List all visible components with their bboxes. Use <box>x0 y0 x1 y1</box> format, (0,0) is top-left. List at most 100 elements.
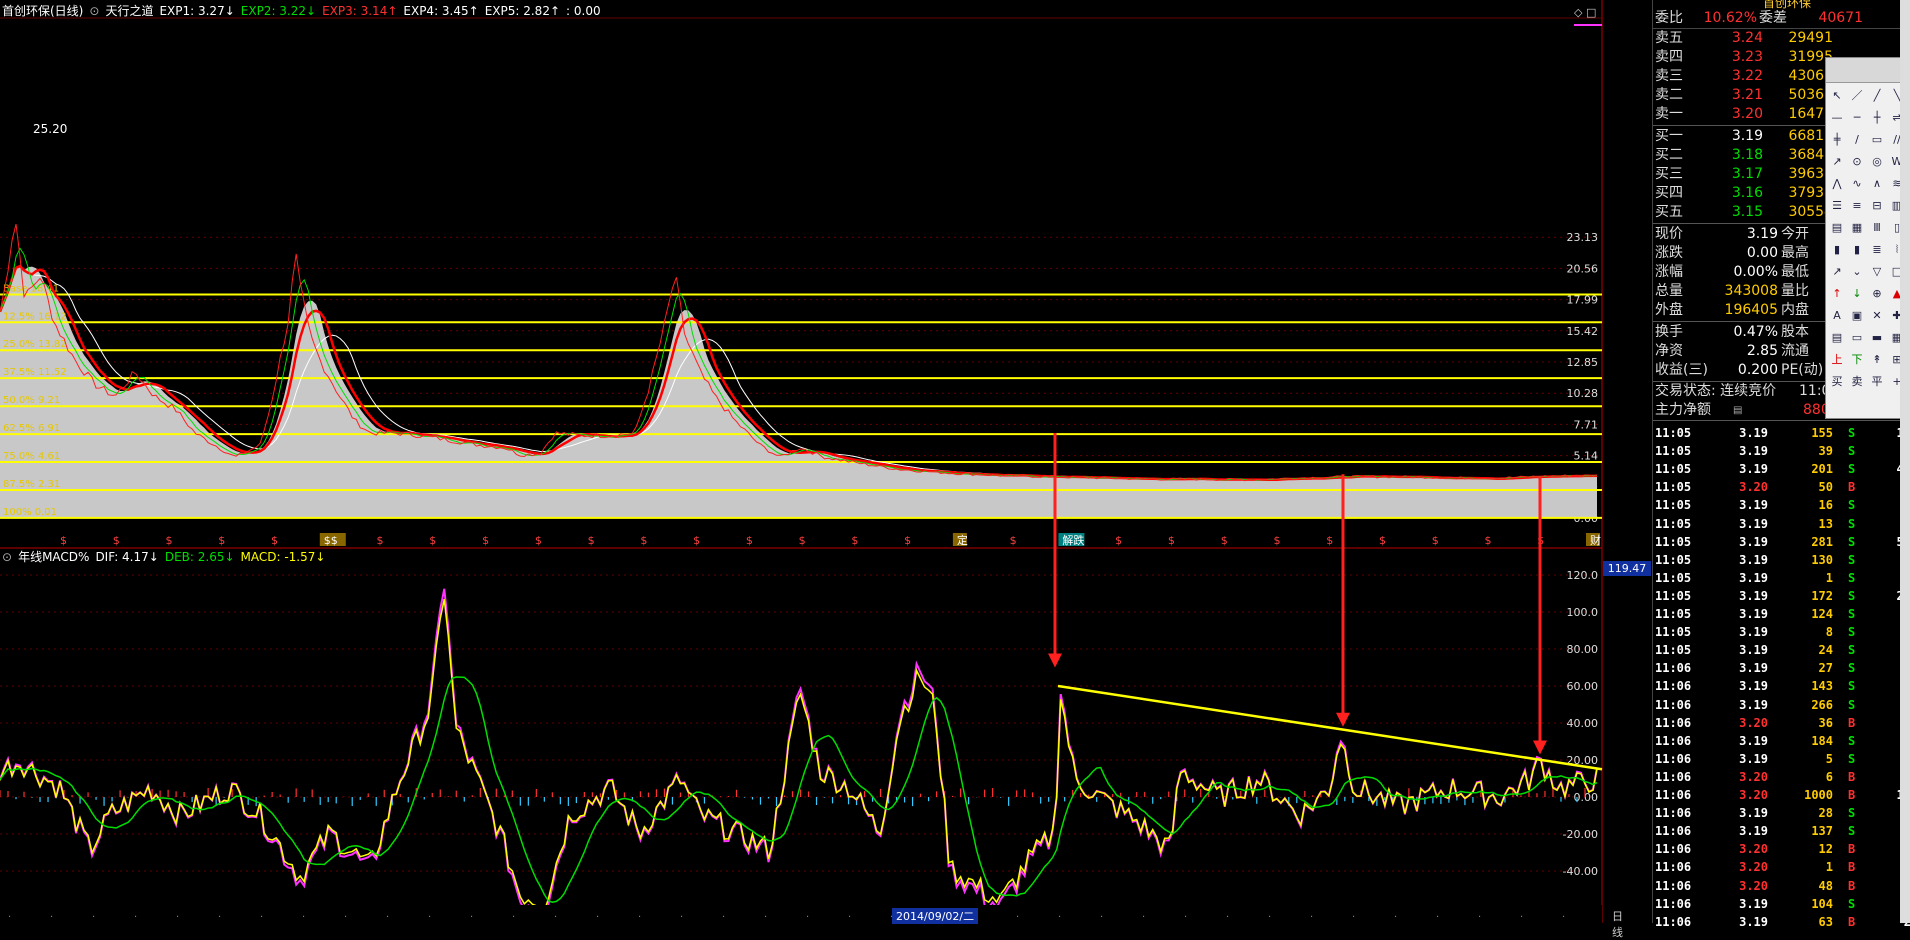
drawing-tool-icon[interactable]: ▭ <box>1868 132 1886 148</box>
drawing-tool-icon[interactable]: ▭ <box>1848 330 1866 346</box>
tick-row[interactable]: 11:053.19172S23 <box>1653 587 1910 605</box>
tick-row[interactable]: 11:053.19201S48 <box>1653 460 1910 478</box>
tick-row[interactable]: 11:063.201B1 <box>1653 858 1910 876</box>
drawing-tool-icon[interactable]: ⌄ <box>1848 264 1866 280</box>
drawing-tool-icon[interactable]: ↗ <box>1828 264 1846 280</box>
tick-row[interactable]: 11:053.198S2 <box>1653 623 1910 641</box>
drawing-tool-icon[interactable]: ⋀ <box>1828 176 1846 192</box>
tick-row[interactable]: 11:053.19130S5 <box>1653 551 1910 569</box>
drawing-tool-icon[interactable]: ▮ <box>1828 242 1846 258</box>
drawing-tool-icon[interactable]: Ⅲ <box>1868 220 1886 236</box>
drawing-tool-icon[interactable]: ╱ <box>1868 88 1886 104</box>
drawing-tool-icon[interactable]: ↓ <box>1848 286 1866 302</box>
tick-row[interactable]: 11:063.19143S9 <box>1653 677 1910 695</box>
tick-volume: 124 <box>1811 607 1833 621</box>
date-axis-tick: · <box>1100 912 1103 923</box>
tick-row[interactable]: 11:063.2012B2 <box>1653 840 1910 858</box>
tick-row[interactable]: 11:053.1913S3 <box>1653 515 1910 533</box>
drawing-tool-icon[interactable]: — <box>1828 110 1846 126</box>
drawing-tool-icon[interactable]: / <box>1848 132 1866 148</box>
tick-price: 3.19 <box>1739 643 1768 658</box>
bid-price: 3.16 <box>1731 185 1763 201</box>
drawing-tool-icon[interactable]: ╪ <box>1828 132 1846 148</box>
tick-row[interactable]: 11:063.19137S5 <box>1653 822 1910 840</box>
tick-row[interactable]: 11:053.19124S4 <box>1653 605 1910 623</box>
main-flow-icon[interactable]: ▤ <box>1733 401 1742 420</box>
drawing-tool-icon[interactable]: ◎ <box>1868 154 1886 170</box>
drawing-tool-icon[interactable]: ☰ <box>1828 198 1846 214</box>
drawing-tool-icon[interactable]: ↗ <box>1828 154 1846 170</box>
tick-row[interactable]: 11:063.19184S7 <box>1653 732 1910 750</box>
chart-area[interactable]: 23.1320.5617.9915.4212.8510.287.715.142.… <box>0 0 1651 939</box>
tick-row[interactable]: 11:063.1963B2 <box>1653 913 1910 931</box>
tick-price: 3.19 <box>1739 625 1768 640</box>
drawing-tool-icon[interactable]: ▮ <box>1848 242 1866 258</box>
macd-toggle-icon[interactable]: ⊙ <box>2 550 12 564</box>
macd-tick-label: 60.00 <box>1567 680 1599 693</box>
drawing-tool-icon[interactable]: ／ <box>1848 88 1866 104</box>
date-axis-bg <box>0 905 1602 923</box>
tick-row[interactable]: 11:063.19104S2 <box>1653 895 1910 913</box>
tick-row[interactable]: 11:063.1927S2 <box>1653 659 1910 677</box>
drawing-tool-icon[interactable]: 上 <box>1828 352 1846 368</box>
tick-row[interactable]: 11:063.195S1 <box>1653 750 1910 768</box>
tick-row[interactable]: 11:053.19281S50 <box>1653 533 1910 551</box>
bid-volume: 30554 <box>1788 204 1833 220</box>
stock-name[interactable]: 首创环保(日线) <box>2 4 83 18</box>
indicator-name[interactable]: 天行之道 <box>105 4 153 18</box>
bid-label: 买二 <box>1655 147 1683 163</box>
drawing-tool-icon[interactable]: ⊕ <box>1868 286 1886 302</box>
drawing-tool-icon[interactable]: ▬ <box>1868 330 1886 346</box>
macd-name[interactable]: 年线MACD% <box>18 550 89 564</box>
tick-time: 11:06 <box>1655 896 1692 911</box>
drawing-tool-icon[interactable]: ─ <box>1848 110 1866 126</box>
drawing-tool-icon[interactable]: 买 <box>1828 374 1846 390</box>
tick-row[interactable]: 11:063.1928S2 <box>1653 804 1910 822</box>
tick-row[interactable]: 11:053.19155S19 <box>1653 424 1910 442</box>
drawing-toolbox[interactable]: ↖ ／ ╱ ╲ — ─ ┼ ⇌ ╪ / ▭//↗ ⊙ ◎ W ⋀ ∿ ∧ ≋ ☰ ≡ ⊟ ▥ ▤ ▦ Ⅲ ▯ ▮ ▮ ≣ ⦚ ↗ ⌄ ▽ □ ↑ ↓ ⊕… <box>1825 57 1910 419</box>
chart-corner-icons[interactable]: ◇ □ <box>1574 6 1596 19</box>
drawing-tool-icon[interactable]: ∿ <box>1848 176 1866 192</box>
exp-value-4: EXP4: 3.45↑ <box>403 4 479 18</box>
drawing-tool-icon[interactable]: A <box>1828 308 1846 324</box>
drawing-tool-icon[interactable]: 平 <box>1868 374 1886 390</box>
drawing-tool-icon[interactable]: ▦ <box>1848 220 1866 236</box>
drawing-tool-icon[interactable]: 卖 <box>1848 374 1866 390</box>
drawing-tool-icon[interactable]: ↟ <box>1868 352 1886 368</box>
tick-row[interactable]: 11:063.201000B18 <box>1653 786 1910 804</box>
toolbox-titlebar[interactable] <box>1826 58 1910 83</box>
tick-row[interactable]: 11:063.19266S7 <box>1653 696 1910 714</box>
stat2-value: 0.47% <box>1733 324 1778 340</box>
event-marker: $ <box>1010 534 1017 547</box>
drawing-tool-icon[interactable]: ↖ <box>1828 88 1846 104</box>
kline-chart-svg[interactable]: 23.1320.5617.9915.4212.8510.287.715.142.… <box>0 0 1652 923</box>
tick-row[interactable]: 11:053.1916S2 <box>1653 496 1910 514</box>
drawing-tool-icon[interactable]: ✕ <box>1868 308 1886 324</box>
drawing-tool-icon[interactable]: ⊟ <box>1868 198 1886 214</box>
tick-row[interactable]: 11:053.1939S6 <box>1653 442 1910 460</box>
tick-time: 11:06 <box>1655 806 1692 821</box>
tick-price: 3.19 <box>1739 806 1768 821</box>
tick-volume: 104 <box>1811 896 1833 911</box>
drawing-tool-icon[interactable]: ∧ <box>1868 176 1886 192</box>
tick-price: 3.19 <box>1739 896 1768 911</box>
drawing-tool-icon[interactable]: ▽ <box>1868 264 1886 280</box>
drawing-tool-icon[interactable]: ▤ <box>1828 330 1846 346</box>
drawing-tool-icon[interactable]: ⊙ <box>1848 154 1866 170</box>
drawing-tool-icon[interactable]: 下 <box>1848 352 1866 368</box>
drawing-tool-icon[interactable]: ┼ <box>1868 110 1886 126</box>
tick-row[interactable]: 11:053.2050B8 <box>1653 478 1910 496</box>
tick-row[interactable]: 11:063.2036B4 <box>1653 714 1910 732</box>
tick-row[interactable]: 11:063.2048B3 <box>1653 877 1910 895</box>
tick-row[interactable]: 11:063.206B1 <box>1653 768 1910 786</box>
stat2-label: 收益(三) <box>1655 362 1708 378</box>
collapse-icon[interactable]: ⊙ <box>89 4 99 18</box>
tick-row[interactable]: 11:053.1924S2 <box>1653 641 1910 659</box>
tick-volume: 27 <box>1818 661 1833 676</box>
drawing-tool-icon[interactable]: ≡ <box>1848 198 1866 214</box>
drawing-tool-icon[interactable]: ▣ <box>1848 308 1866 324</box>
drawing-tool-icon[interactable]: ≣ <box>1868 242 1886 258</box>
drawing-tool-icon[interactable]: ↑ <box>1828 286 1846 302</box>
drawing-tool-icon[interactable]: ▤ <box>1828 220 1846 236</box>
tick-row[interactable]: 11:053.191S1 <box>1653 569 1910 587</box>
